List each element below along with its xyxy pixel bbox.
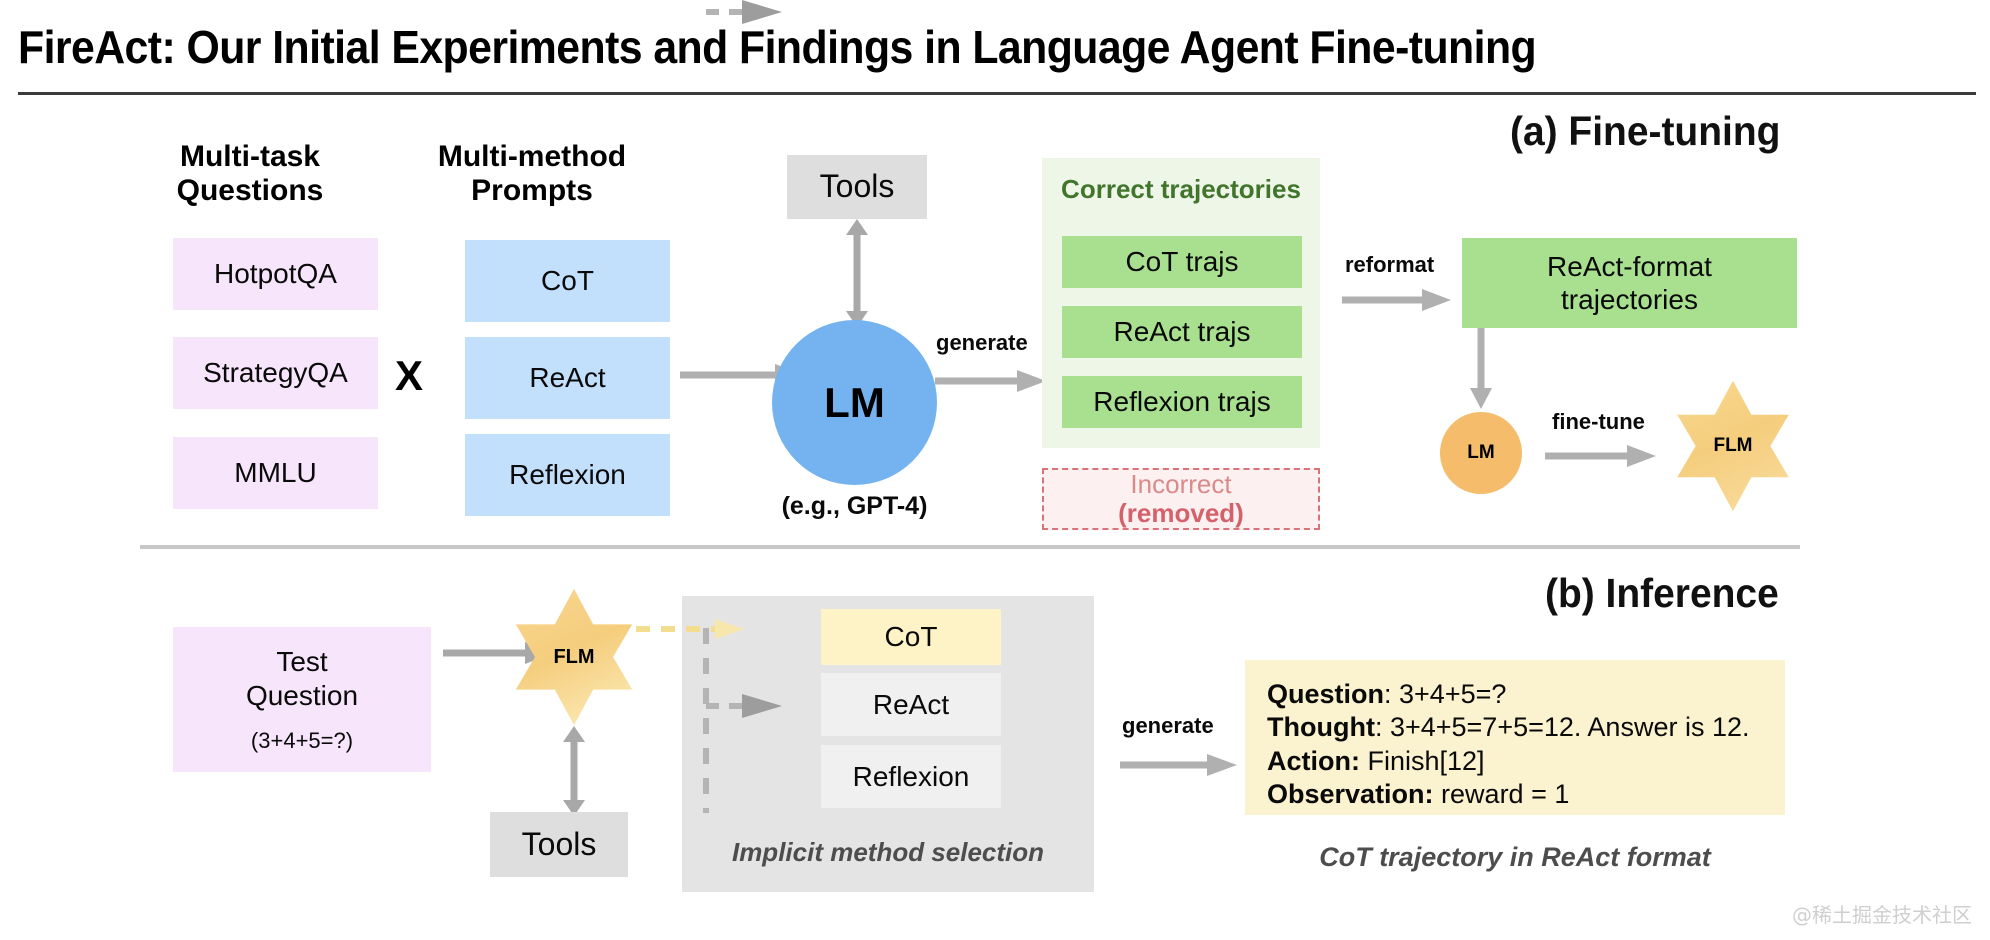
correct-trajectories-title: Correct trajectories [1061, 174, 1301, 204]
incorrect-trajectories-box: Incorrect (removed) [1042, 468, 1320, 530]
multi-task-questions-heading: Multi-task Questions [176, 140, 324, 207]
prompt-label: Reflexion [509, 459, 626, 491]
dataset-box-strategyqa[interactable]: StrategyQA [173, 337, 378, 409]
dataset-label: MMLU [234, 457, 317, 489]
action-key: Action: [1267, 745, 1360, 776]
prompt-label: ReAct [529, 362, 606, 394]
dataset-box-hotpotqa[interactable]: HotpotQA [173, 238, 378, 310]
trajectory-line-question: Question: 3+4+5=? [1267, 678, 1765, 711]
title-divider [18, 92, 1976, 95]
dataset-label: StrategyQA [203, 357, 348, 389]
lm-circle-small[interactable]: LM [1440, 412, 1522, 494]
method-option-label: Reflexion [852, 760, 970, 792]
tools-box-top[interactable]: Tools [787, 155, 927, 219]
arrow-generate-bottom [1120, 754, 1237, 776]
arrow-fine-tune [1545, 445, 1656, 467]
trajectory-box-reflexion[interactable]: Reflexion trajs [1062, 376, 1302, 428]
generate-label-top: generate [936, 330, 1028, 355]
prompt-box-react[interactable]: ReAct [465, 337, 670, 419]
test-question-box[interactable]: Test Question (3+4+5=?) [173, 627, 431, 772]
section-b-heading: (b) Inference [1545, 570, 1779, 616]
arrow-tools-lm-bidirectional [846, 219, 868, 327]
arrow-reformat [1342, 289, 1451, 311]
lm-circle[interactable]: LM [772, 320, 937, 485]
six-point-star-icon [1677, 380, 1789, 512]
trajectory-label: CoT trajs [1125, 246, 1239, 278]
fine-tune-label: fine-tune [1552, 409, 1645, 434]
diagram-canvas: FireAct: Our Initial Experiments and Fin… [0, 0, 1990, 940]
arrow-flm-tools-bidirectional [563, 726, 585, 816]
method-option-label: CoT [884, 621, 938, 653]
method-option-react[interactable]: ReAct [821, 673, 1001, 736]
implicit-method-selection-label: Implicit method selection [731, 837, 1045, 867]
trajectory-box-cot[interactable]: CoT trajs [1062, 236, 1302, 288]
trajectory-label: Reflexion trajs [1093, 386, 1271, 418]
thought-key: Thought [1267, 712, 1375, 743]
lm-model-sublabel: (e.g., GPT-4) [781, 492, 928, 520]
incorrect-label: Incorrect [1130, 469, 1232, 500]
method-option-reflexion[interactable]: Reflexion [821, 745, 1001, 808]
trajectory-box-react[interactable]: ReAct trajs [1062, 306, 1302, 358]
lm-small-label: LM [1467, 442, 1495, 463]
flm-star-finetuning[interactable]: FLM [1665, 378, 1801, 514]
trajectory-output-box: Question: 3+4+5=? Thought: 3+4+5=7+5=12.… [1245, 660, 1785, 815]
method-option-label: ReAct [872, 688, 950, 720]
prompt-box-cot[interactable]: CoT [465, 240, 670, 322]
trajectory-line-thought: Thought: 3+4+5=7+5=12. Answer is 12. [1267, 711, 1765, 744]
lm-circle-label: LM [824, 378, 885, 426]
method-option-cot[interactable]: CoT [821, 609, 1001, 665]
reformat-label: reformat [1345, 252, 1435, 277]
dataset-box-mmlu[interactable]: MMLU [173, 437, 378, 509]
page-title: FireAct: Our Initial Experiments and Fin… [18, 21, 1537, 73]
six-point-star-icon [515, 588, 633, 726]
dataset-label: HotpotQA [214, 258, 337, 290]
section-divider [140, 545, 1800, 549]
action-value: Finish[12] [1359, 745, 1485, 776]
dashed-spine [703, 628, 709, 813]
dashed-arrow-to-reflexion [706, 0, 782, 24]
observation-key: Observation: [1267, 779, 1434, 810]
trajectory-label: ReAct trajs [1113, 316, 1251, 348]
trajectory-line-action: Action: Finish[12] [1267, 745, 1765, 778]
react-format-label: ReAct-format trajectories [1547, 250, 1712, 315]
trajectory-line-observation: Observation: reward = 1 [1267, 778, 1765, 811]
tools-box-bottom[interactable]: Tools [490, 812, 628, 877]
arrow-trajectories-to-lm [1470, 328, 1492, 409]
tools-label: Tools [521, 825, 597, 862]
question-value: : 3+4+5=? [1384, 679, 1507, 709]
trajectory-caption: CoT trajectory in ReAct format [1319, 842, 1711, 872]
removed-label: (removed) [1118, 498, 1244, 528]
section-a-heading: (a) Fine-tuning [1510, 108, 1781, 154]
test-question-expression: (3+4+5=?) [250, 728, 354, 754]
dashed-arrow-to-react [706, 694, 782, 718]
prompt-box-reflexion[interactable]: Reflexion [465, 434, 670, 516]
flm-star-inference[interactable]: FLM [503, 586, 645, 728]
cross-product-symbol: X [395, 352, 424, 399]
question-key: Question [1267, 679, 1385, 709]
multi-method-prompts-heading: Multi-method Prompts [437, 140, 627, 207]
watermark: @稀土掘金技术社区 [1792, 903, 1972, 927]
thought-value: : 3+4+5=7+5=12. Answer is 12. [1374, 712, 1750, 743]
tools-label: Tools [819, 168, 895, 205]
arrow-lm-to-trajectories [935, 370, 1046, 392]
prompt-label: CoT [541, 265, 594, 297]
test-question-title: Test Question [245, 645, 359, 711]
dashed-arrow-to-cot [636, 619, 744, 639]
generate-label-bottom: generate [1122, 713, 1214, 738]
observation-value: reward = 1 [1433, 779, 1570, 810]
react-format-trajectories-box[interactable]: ReAct-format trajectories [1462, 238, 1797, 328]
